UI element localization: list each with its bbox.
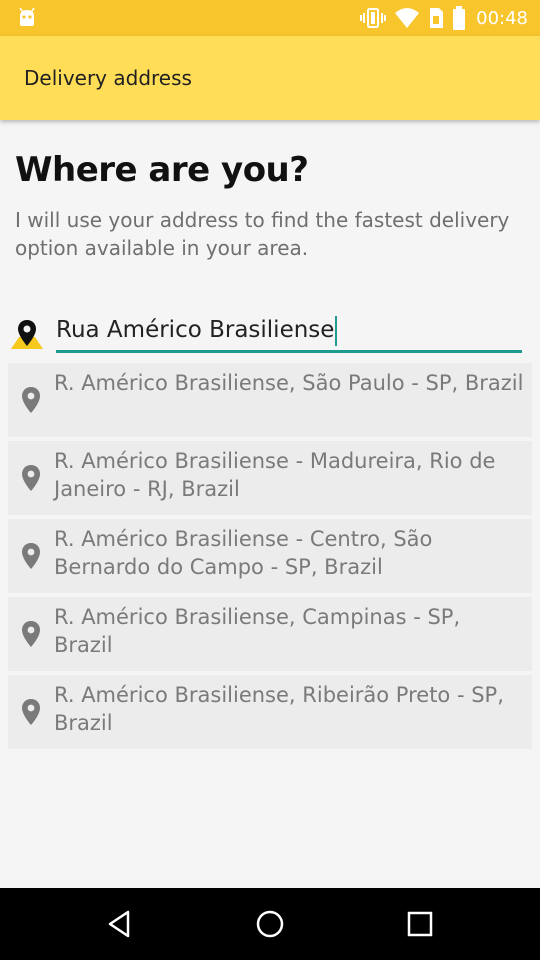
home-icon[interactable] [252,906,288,942]
app-bar: Delivery address [0,36,540,120]
page-heading: Where are you? [15,150,309,190]
main-content: Where are you? I will use your address t… [0,120,540,888]
place-icon [22,699,40,725]
navigation-bar [0,888,540,960]
place-icon [22,465,40,491]
recents-icon[interactable] [402,906,438,942]
suggestion-label: R. Américo Brasiliense, Campinas - SP, B… [54,605,461,657]
suggestion-label: R. Américo Brasiliense, São Paulo - SP, … [54,371,524,395]
back-icon[interactable] [102,906,138,942]
address-search-row [0,310,540,356]
suggestion-item[interactable]: R. Américo Brasiliense, Campinas - SP, B… [8,597,532,671]
address-search-input[interactable] [56,310,522,353]
android-icon [19,7,35,26]
suggestion-label: R. Américo Brasiliense - Madureira, Rio … [54,449,496,501]
app-bar-title: Delivery address [24,66,192,90]
location-pin-icon [11,320,43,349]
place-icon [22,543,40,569]
place-icon [22,621,40,647]
wifi-icon [395,8,420,28]
suggestion-item[interactable]: R. Américo Brasiliense, Ribeirão Preto -… [8,675,532,749]
page-description: I will use your address to find the fast… [15,208,510,260]
suggestion-label: R. Américo Brasiliense - Centro, São Ber… [54,527,433,579]
sim-icon [430,8,444,28]
suggestion-item[interactable]: R. Américo Brasiliense - Centro, São Ber… [8,519,532,593]
battery-icon [453,6,466,30]
suggestion-list: R. Américo Brasiliense, São Paulo - SP, … [8,363,532,753]
suggestion-item[interactable]: R. Américo Brasiliense, São Paulo - SP, … [8,363,532,437]
status-time: 00:48 [476,7,528,29]
status-bar: 00:48 [0,0,540,36]
place-icon [22,387,40,413]
suggestion-item[interactable]: R. Américo Brasiliense - Madureira, Rio … [8,441,532,515]
vibrate-icon [360,8,387,28]
suggestion-label: R. Américo Brasiliense, Ribeirão Preto -… [54,683,504,735]
text-cursor [335,316,338,346]
